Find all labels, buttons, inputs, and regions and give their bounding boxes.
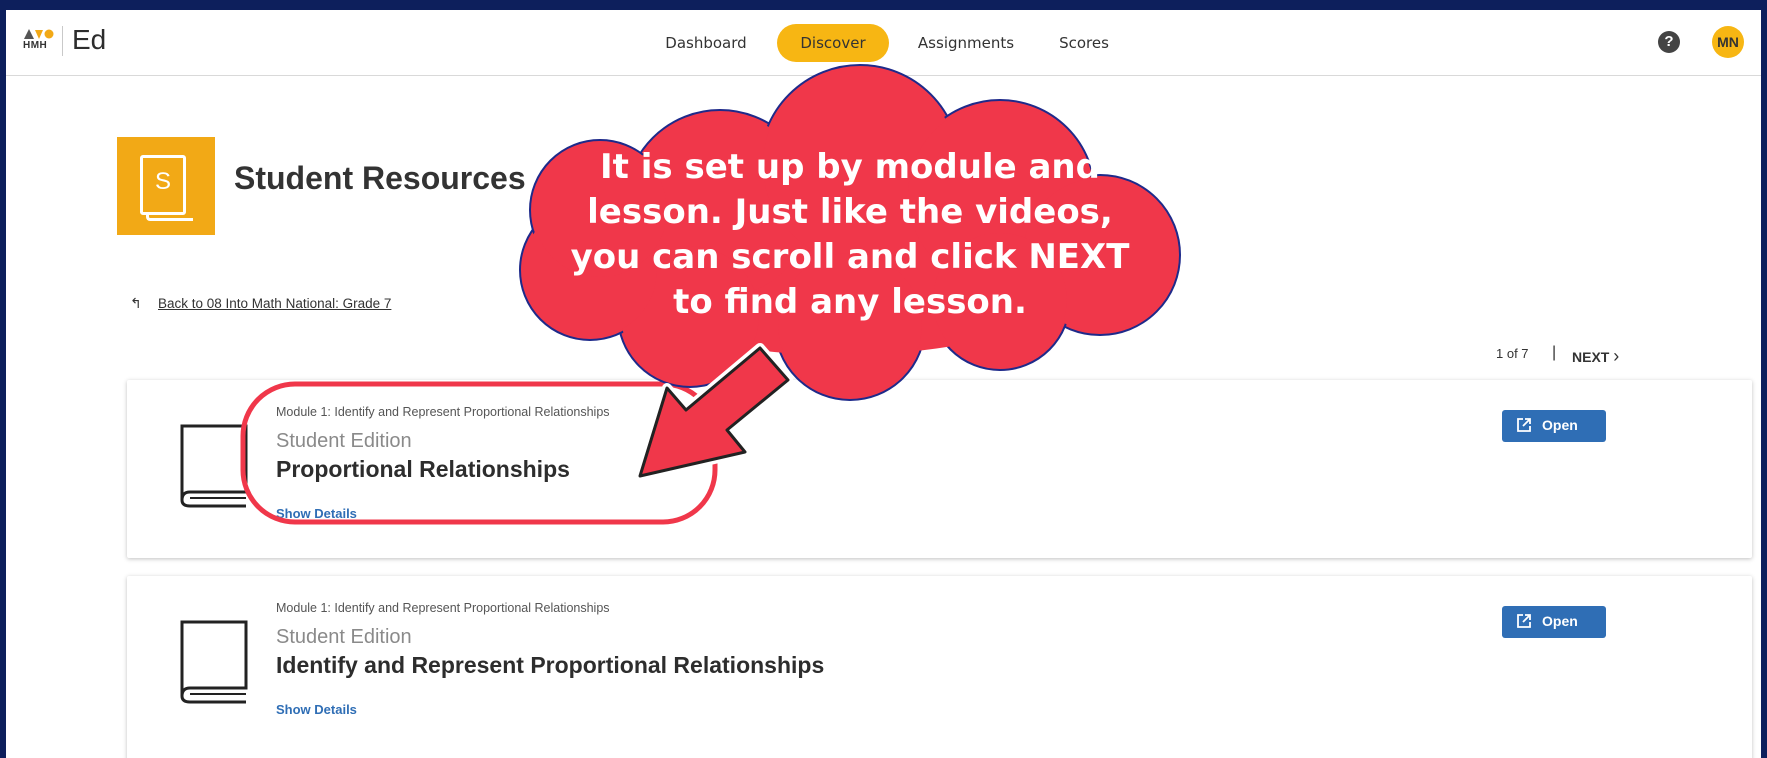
page-indicator: 1 of 7 bbox=[1496, 346, 1529, 361]
show-details-link[interactable]: Show Details bbox=[276, 702, 357, 717]
external-link-icon bbox=[1517, 614, 1531, 628]
question-icon[interactable]: ? bbox=[1658, 31, 1680, 53]
student-resources-icon: S bbox=[117, 137, 215, 235]
show-details-link[interactable]: Show Details bbox=[276, 506, 357, 521]
card-edition: Student Edition bbox=[276, 626, 412, 648]
resource-letter: S bbox=[154, 168, 171, 195]
card-module: Module 1: Identify and Represent Proport… bbox=[276, 405, 610, 419]
top-navigation-bar: HMH Ed Dashboard Discover Assignments Sc… bbox=[6, 10, 1761, 76]
book-icon bbox=[180, 424, 248, 508]
open-label: Open bbox=[1542, 613, 1578, 629]
card-module: Module 1: Identify and Represent Proport… bbox=[276, 601, 610, 615]
card-lesson-title: Identify and Represent Proportional Rela… bbox=[276, 652, 825, 678]
open-label: Open bbox=[1542, 417, 1578, 433]
card-edition: Student Edition bbox=[276, 430, 412, 452]
pagination: 1 of 7 | NEXT › bbox=[1496, 344, 1619, 366]
nav-assignments[interactable]: Assignments bbox=[904, 24, 1028, 62]
nav-scores[interactable]: Scores bbox=[1041, 24, 1127, 62]
hmh-logo-text: HMH bbox=[23, 40, 48, 51]
next-button[interactable]: NEXT › bbox=[1572, 346, 1619, 367]
next-label: NEXT bbox=[1572, 349, 1610, 365]
external-link-icon bbox=[1517, 418, 1531, 432]
book-icon bbox=[180, 620, 248, 704]
callout-text: It is set up by module and lesson. Just … bbox=[570, 147, 1130, 322]
chevron-right-icon: › bbox=[1613, 346, 1620, 366]
book-icon: S bbox=[140, 155, 193, 221]
back-arrow-icon[interactable]: ↰ bbox=[130, 295, 142, 312]
card-lesson-title: Proportional Relationships bbox=[276, 456, 570, 482]
ed-logo[interactable]: Ed bbox=[72, 24, 106, 56]
app-window: HMH Ed Dashboard Discover Assignments Sc… bbox=[6, 10, 1761, 758]
open-button[interactable]: Open bbox=[1502, 410, 1606, 442]
logo-divider bbox=[62, 26, 63, 56]
page-title: Student Resources bbox=[234, 160, 526, 196]
resource-card: Module 1: Identify and Represent Proport… bbox=[127, 380, 1752, 558]
nav-dashboard[interactable]: Dashboard bbox=[646, 24, 766, 62]
hmh-logo[interactable]: HMH bbox=[23, 28, 54, 54]
hmh-shapes-icon bbox=[24, 29, 54, 39]
avatar[interactable]: MN bbox=[1712, 26, 1744, 58]
open-button[interactable]: Open bbox=[1502, 606, 1606, 638]
back-link[interactable]: Back to 08 Into Math National: Grade 7 bbox=[158, 296, 391, 311]
resource-card: Module 1: Identify and Represent Proport… bbox=[127, 576, 1752, 758]
nav-discover[interactable]: Discover bbox=[777, 24, 889, 62]
pager-divider: | bbox=[1552, 344, 1557, 361]
